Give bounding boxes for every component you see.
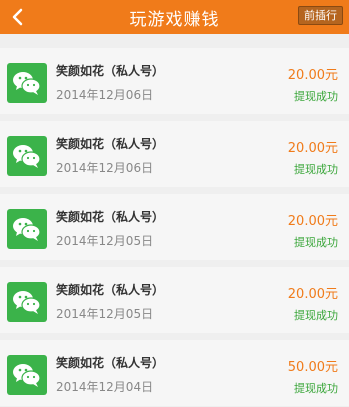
status-badge: 提现成功	[294, 382, 338, 395]
status-badge: 提现成功	[294, 309, 338, 322]
record-date: 2014年12月05日	[56, 234, 154, 248]
wechat-icon	[13, 145, 41, 168]
list-item[interactable]: 笑颜如花（私人号） 2014年12月04日 50.00元 提现成功	[0, 340, 349, 406]
list-item[interactable]: 笑颜如花（私人号） 2014年12月06日 20.00元 提现成功	[0, 48, 349, 114]
page-title: 玩游戏赚钱	[129, 9, 220, 30]
account-name: 笑颜如花（私人号）	[56, 64, 165, 78]
wechat-icon	[13, 218, 41, 241]
wechat-icon	[13, 72, 41, 95]
avatar	[7, 63, 47, 103]
record-date: 2014年12月04日	[56, 380, 154, 394]
account-name: 笑颜如花（私人号）	[56, 283, 165, 297]
amount: 50.00元	[287, 360, 338, 375]
account-name: 笑颜如花（私人号）	[56, 210, 165, 224]
status-badge: 提现成功	[294, 163, 338, 176]
wechat-icon	[13, 291, 41, 314]
amount: 20.00元	[287, 141, 338, 156]
record-date: 2014年12月05日	[56, 307, 154, 321]
wechat-icon	[13, 364, 41, 387]
record-date: 2014年12月06日	[56, 88, 154, 102]
list-item[interactable]: 笑颜如花（私人号） 2014年12月06日 20.00元 提现成功	[0, 121, 349, 187]
list-item[interactable]: 笑颜如花（私人号） 2014年12月05日 20.00元 提现成功	[0, 267, 349, 333]
account-name: 笑颜如花（私人号）	[56, 137, 165, 151]
rank-button[interactable]: 前插行	[298, 6, 343, 25]
account-name: 笑颜如花（私人号）	[56, 356, 165, 370]
avatar	[7, 282, 47, 322]
back-button[interactable]	[6, 6, 28, 28]
list-item[interactable]: 笑颜如花（私人号） 2014年12月05日 20.00元 提现成功	[0, 194, 349, 260]
amount: 20.00元	[287, 214, 338, 229]
chevron-left-icon	[12, 8, 23, 26]
amount: 20.00元	[287, 68, 338, 83]
status-badge: 提现成功	[294, 90, 338, 103]
status-badge: 提现成功	[294, 236, 338, 249]
top-bar: 玩游戏赚钱 前插行	[0, 0, 349, 34]
amount: 20.00元	[287, 287, 338, 302]
avatar	[7, 136, 47, 176]
avatar	[7, 209, 47, 249]
avatar	[7, 355, 47, 395]
record-date: 2014年12月06日	[56, 161, 154, 175]
